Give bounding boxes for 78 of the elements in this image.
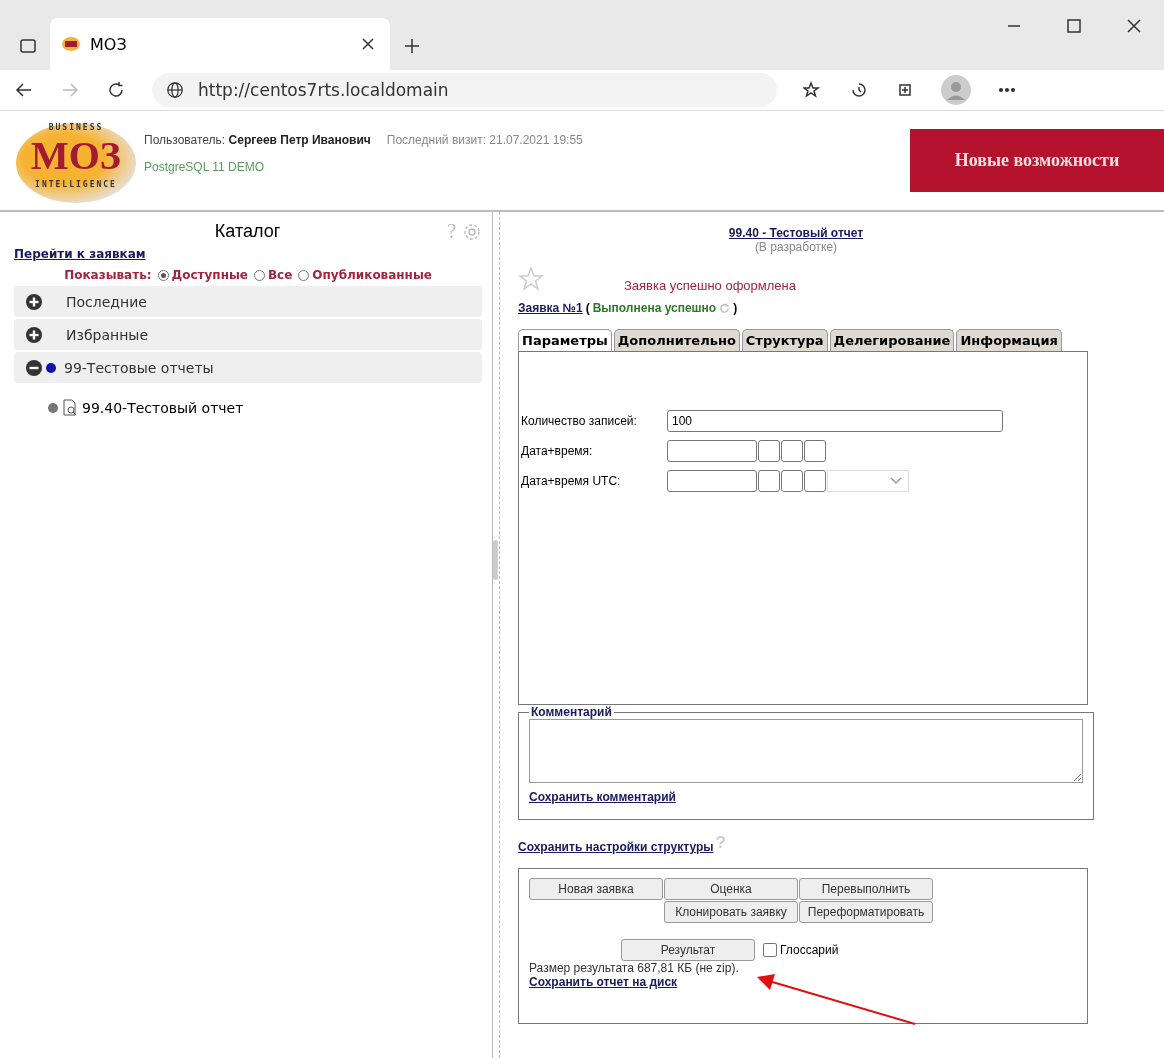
paren-text: ): [733, 301, 738, 315]
show-label: Показывать:: [64, 268, 152, 282]
requests-link[interactable]: Перейти к заявкам: [14, 247, 146, 261]
date-field[interactable]: [667, 440, 757, 462]
report-icon: [62, 399, 78, 416]
paren-text: (: [585, 301, 590, 315]
new-tab-icon[interactable]: [402, 36, 422, 56]
radio-label[interactable]: Опубликованные: [312, 268, 432, 282]
report-status: (В разработке): [754, 240, 838, 254]
radio-label[interactable]: Все: [267, 268, 293, 282]
database-name: PostgreSQL 11 DEMO: [144, 160, 266, 174]
comment-legend: Комментарий: [529, 705, 614, 719]
expand-icon[interactable]: [26, 326, 42, 343]
collapse-icon[interactable]: [26, 359, 42, 376]
hour-field[interactable]: [758, 440, 780, 462]
history-icon[interactable]: [849, 80, 869, 100]
comment-field[interactable]: [529, 719, 1083, 783]
tab-title: МОЗ: [90, 34, 127, 54]
profile-avatar-icon[interactable]: [941, 75, 971, 105]
parameter-label: Дата+время:: [521, 444, 594, 458]
report-title-link[interactable]: 99.40 - Тестовый отчет: [728, 226, 864, 240]
glossary-checkbox[interactable]: [763, 943, 777, 957]
request-link[interactable]: Заявка №1: [518, 301, 583, 315]
splitter-handle[interactable]: [493, 540, 499, 580]
user-info: Пользователь: Сергеев Петр Иванович: [144, 133, 371, 147]
maximize-icon[interactable]: [1064, 16, 1084, 36]
action-button[interactable]: Клонировать заявку: [664, 901, 798, 923]
globe-icon: [166, 81, 184, 99]
parameter-label: Количество записей:: [521, 414, 638, 428]
group-label: Последние: [66, 293, 147, 310]
new-features-button[interactable]: Новые возможности: [910, 129, 1164, 192]
chevron-down-icon[interactable]: [890, 477, 902, 485]
catalog-group[interactable]: 99-Тестовые отчеты: [14, 352, 483, 383]
tab[interactable]: Информация: [956, 329, 1062, 351]
action-button[interactable]: Перевыполнить: [799, 878, 933, 900]
site-favicon-icon: [62, 36, 80, 52]
input-field[interactable]: 100: [667, 410, 1003, 432]
save-to-disk-link[interactable]: Сохранить отчет на диск: [529, 975, 678, 989]
browser-tab[interactable]: МОЗ: [50, 18, 390, 70]
second-field[interactable]: [804, 470, 826, 492]
success-message: Заявка успешно оформлена: [624, 278, 796, 293]
url-text: http://centos7rts.localdomain: [198, 80, 449, 100]
result-button[interactable]: Результат: [621, 939, 755, 961]
catalog-group[interactable]: Последние: [14, 286, 483, 317]
expand-icon[interactable]: [26, 293, 42, 310]
tab-actions-icon[interactable]: [18, 36, 38, 56]
glossary-label: Глоссарий: [780, 943, 839, 957]
group-label: Избранные: [66, 326, 148, 343]
status-dot-icon: [46, 362, 56, 373]
group-label: 99-Тестовые отчеты: [64, 359, 214, 376]
tab[interactable]: Дополнительно: [613, 329, 740, 351]
action-button[interactable]: Новая заявка: [529, 878, 663, 900]
hour-field[interactable]: [758, 470, 780, 492]
parameter-label: Дата+время UTC:: [521, 474, 622, 488]
address-bar[interactable]: http://centos7rts.localdomain: [152, 73, 777, 107]
favorites-star-icon[interactable]: [803, 80, 823, 100]
refresh-icon[interactable]: [106, 80, 126, 100]
logo: BUSINESS МОЗ INTELLIGENCE: [16, 123, 136, 203]
minute-field[interactable]: [781, 440, 803, 462]
request-status: Выполнена успешно: [592, 301, 717, 315]
date-field[interactable]: [667, 470, 757, 492]
tab[interactable]: Делегирование: [829, 329, 955, 351]
minute-field[interactable]: [781, 470, 803, 492]
catalog-group[interactable]: Избранные: [14, 319, 483, 350]
save-comment-link[interactable]: Сохранить комментарий: [529, 790, 676, 804]
save-structure-link[interactable]: Сохранить настройки структуры: [518, 840, 714, 854]
tab[interactable]: Параметры: [518, 329, 612, 351]
last-visit: Последний визит: 21.07.2021 19:55: [386, 133, 583, 147]
radio-label[interactable]: Доступные: [171, 268, 248, 282]
catalog-title: Каталог: [214, 221, 281, 242]
result-size-text: Размер результата 687,81 КБ (не zip).: [529, 961, 740, 975]
action-button[interactable]: Переформатировать: [799, 901, 933, 923]
favorite-star-icon[interactable]: [518, 265, 544, 292]
action-button[interactable]: Оценка: [664, 878, 798, 900]
tab[interactable]: Структура: [741, 329, 828, 351]
second-field[interactable]: [804, 440, 826, 462]
status-dot-icon: [48, 402, 58, 413]
tree-item[interactable]: 99.40-Тестовый отчет: [82, 399, 244, 416]
